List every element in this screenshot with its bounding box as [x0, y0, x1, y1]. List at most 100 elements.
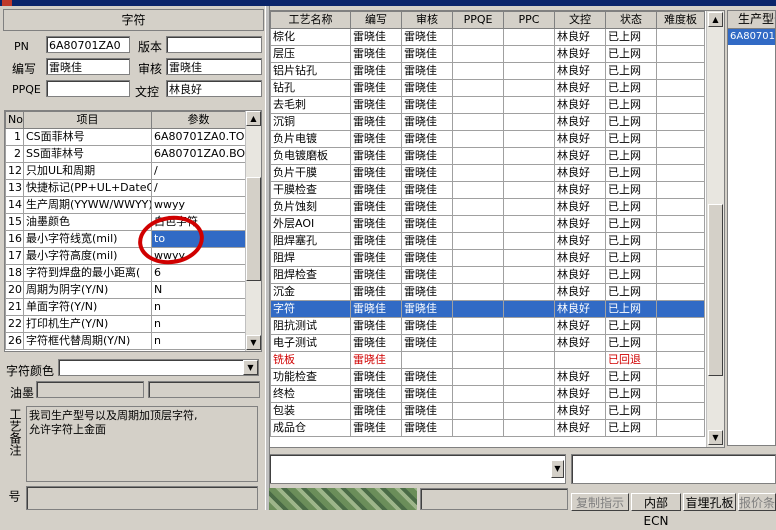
cell-status[interactable]: 已上网 [605, 147, 657, 165]
cell-reviewer[interactable]: 雷晓佳 [401, 385, 453, 403]
cell-difficulty[interactable] [656, 232, 705, 250]
col-param[interactable]: 参数 [151, 111, 246, 129]
cell-reviewer[interactable]: 雷晓佳 [401, 317, 453, 335]
row-no[interactable]: 13 [5, 179, 24, 197]
cell-ppqe[interactable] [452, 198, 504, 216]
cell-ppc[interactable] [503, 164, 555, 182]
table-row[interactable]: 去毛刺 雷晓佳 雷晓佳 林良好 已上网 [270, 96, 705, 114]
row-item[interactable]: 最小字符高度(mil) [23, 247, 152, 265]
row-no[interactable]: 21 [5, 298, 24, 316]
col-no[interactable]: No [5, 111, 24, 129]
table-row[interactable]: 阻焊 雷晓佳 雷晓佳 林良好 已上网 [270, 249, 705, 267]
row-param[interactable]: / [151, 179, 246, 197]
row-item[interactable]: 油墨颜色 [23, 213, 152, 231]
cell-reviewer[interactable]: 雷晓佳 [401, 215, 453, 233]
row-item[interactable]: 字符框代替周期(Y/N) [23, 332, 152, 350]
row-item[interactable]: 字符到焊盘的最小距离( [23, 264, 152, 282]
col-ppc[interactable]: PPC [503, 11, 555, 29]
cell-ppqe[interactable] [452, 28, 504, 46]
cell-status[interactable]: 已上网 [605, 368, 657, 386]
cell-status[interactable]: 已上网 [605, 334, 657, 352]
cell-status[interactable]: 已上网 [605, 232, 657, 250]
cell-reviewer[interactable]: 雷晓佳 [401, 147, 453, 165]
cell-doc-control[interactable]: 林良好 [554, 62, 606, 80]
cell-reviewer[interactable]: 雷晓佳 [401, 334, 453, 352]
cell-ppqe[interactable] [452, 300, 504, 318]
col-item[interactable]: 项目 [23, 111, 152, 129]
row-param[interactable]: n [151, 315, 246, 333]
internal-ecn-button[interactable]: 内部ECN [631, 493, 681, 528]
cell-ppc[interactable] [503, 419, 555, 437]
cell-ppc[interactable] [503, 300, 555, 318]
cell-status[interactable]: 已上网 [605, 181, 657, 199]
table-row[interactable]: 负电镀磨板 雷晓佳 雷晓佳 林良好 已上网 [270, 147, 705, 165]
bottom-combo[interactable] [269, 454, 566, 484]
row-item[interactable]: 最小字符线宽(mil) [23, 230, 152, 248]
cell-ppqe[interactable] [452, 249, 504, 267]
cell-ppqe[interactable] [452, 164, 504, 182]
cell-doc-control[interactable]: 林良好 [554, 402, 606, 420]
ink-field[interactable] [36, 381, 144, 398]
cell-reviewer[interactable]: 雷晓佳 [401, 130, 453, 148]
cell-difficulty[interactable] [656, 130, 705, 148]
cell-writer[interactable]: 雷晓佳 [350, 147, 402, 165]
cell-process-name[interactable]: 铣板 [270, 351, 351, 369]
cell-ppqe[interactable] [452, 79, 504, 97]
cell-writer[interactable]: 雷晓佳 [350, 130, 402, 148]
cell-process-name[interactable]: 外层AOI [270, 215, 351, 233]
scroll-up-icon[interactable]: ▲ [246, 111, 261, 126]
table-row[interactable]: 16 最小字符线宽(mil) to [5, 230, 246, 248]
cell-status[interactable]: 已上网 [605, 266, 657, 284]
cell-ppqe[interactable] [452, 96, 504, 114]
cell-doc-control[interactable]: 林良好 [554, 198, 606, 216]
cell-writer[interactable]: 雷晓佳 [350, 232, 402, 250]
cell-doc-control[interactable]: 林良好 [554, 232, 606, 250]
row-param[interactable]: 6A80701ZA0.BO [151, 145, 246, 163]
cell-ppc[interactable] [503, 249, 555, 267]
cell-doc-control[interactable]: 林良好 [554, 164, 606, 182]
row-item[interactable]: 快捷标记(PP+UL+DateCo [23, 179, 152, 197]
cell-ppqe[interactable] [452, 45, 504, 63]
cell-reviewer[interactable]: 雷晓佳 [401, 283, 453, 301]
cell-status[interactable]: 已上网 [605, 62, 657, 80]
cell-doc-control[interactable]: 林良好 [554, 283, 606, 301]
col-writer[interactable]: 编写 [350, 11, 402, 29]
table-row[interactable]: 15 油墨颜色 白色字符 [5, 213, 246, 231]
scroll-down-icon[interactable]: ▼ [246, 335, 261, 350]
row-no[interactable]: 26 [5, 332, 24, 350]
cell-ppqe[interactable] [452, 181, 504, 199]
row-param[interactable]: wwyy [151, 196, 246, 214]
cell-doc-control[interactable]: 林良好 [554, 113, 606, 131]
cell-writer[interactable]: 雷晓佳 [350, 79, 402, 97]
cell-difficulty[interactable] [656, 334, 705, 352]
cell-writer[interactable]: 雷晓佳 [350, 45, 402, 63]
scroll-thumb[interactable] [246, 177, 261, 281]
table-row[interactable]: 棕化 雷晓佳 雷晓佳 林良好 已上网 [270, 28, 705, 46]
row-param[interactable]: N [151, 281, 246, 299]
table-row[interactable]: 20 周期为阴字(Y/N) N [5, 281, 246, 299]
cell-ppc[interactable] [503, 45, 555, 63]
cell-ppc[interactable] [503, 28, 555, 46]
cell-status[interactable]: 已上网 [605, 130, 657, 148]
table-row[interactable]: 1 CS面菲林号 6A80701ZA0.TO [5, 128, 246, 146]
row-param[interactable]: / [151, 162, 246, 180]
row-no[interactable]: 14 [5, 196, 24, 214]
cell-ppc[interactable] [503, 334, 555, 352]
cell-process-name[interactable]: 电子测试 [270, 334, 351, 352]
row-param[interactable]: n [151, 298, 246, 316]
cell-difficulty[interactable] [656, 96, 705, 114]
cell-ppqe[interactable] [452, 402, 504, 420]
cell-ppqe[interactable] [452, 283, 504, 301]
table-row[interactable]: 层压 雷晓佳 雷晓佳 林良好 已上网 [270, 45, 705, 63]
cell-writer[interactable]: 雷晓佳 [350, 96, 402, 114]
doc-control-field[interactable]: 林良好 [166, 80, 262, 97]
cell-reviewer[interactable]: 雷晓佳 [401, 232, 453, 250]
cell-writer[interactable]: 雷晓佳 [350, 368, 402, 386]
row-no[interactable]: 18 [5, 264, 24, 282]
cell-difficulty[interactable] [656, 28, 705, 46]
cell-status[interactable]: 已上网 [605, 300, 657, 318]
cell-reviewer[interactable]: 雷晓佳 [401, 62, 453, 80]
cell-difficulty[interactable] [656, 317, 705, 335]
cell-status[interactable]: 已上网 [605, 402, 657, 420]
cell-process-name[interactable]: 终检 [270, 385, 351, 403]
